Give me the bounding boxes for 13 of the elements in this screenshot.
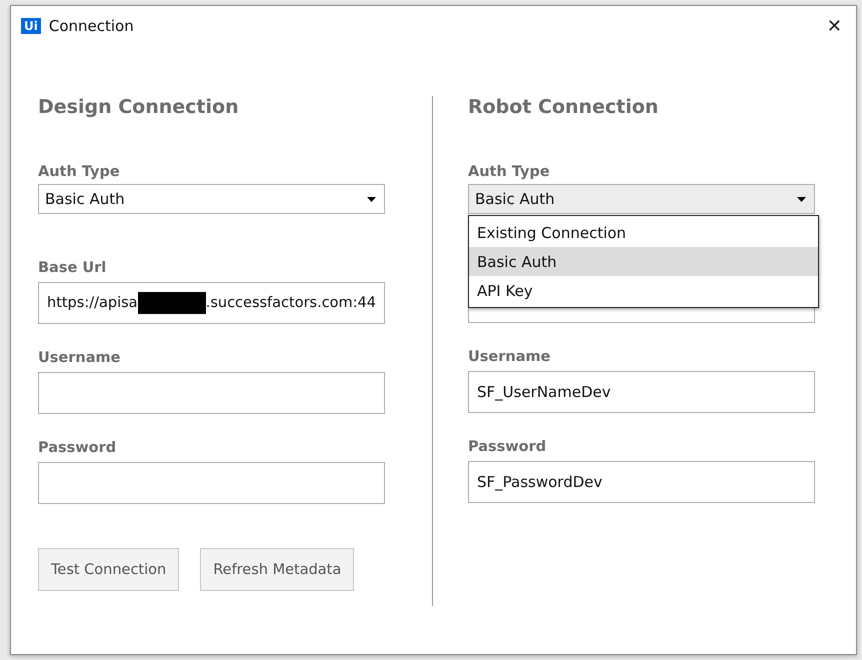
url-text: https://apisa xyxy=(47,295,138,311)
field-label: Password xyxy=(38,440,116,456)
field-label: Auth Type xyxy=(38,164,120,180)
field-label: Username xyxy=(468,349,550,365)
field-label: Base Url xyxy=(38,260,106,276)
app-logo: Ui xyxy=(21,18,41,34)
section-heading: Robot Connection xyxy=(468,96,658,120)
section-heading: Design Connection xyxy=(38,96,239,120)
field-label: Username xyxy=(38,350,120,366)
field-label: Auth Type xyxy=(468,164,550,180)
window-title: Connection xyxy=(48,17,134,35)
url-text: .successfactors.com:44 xyxy=(206,295,376,311)
field-label: Password xyxy=(468,439,546,455)
